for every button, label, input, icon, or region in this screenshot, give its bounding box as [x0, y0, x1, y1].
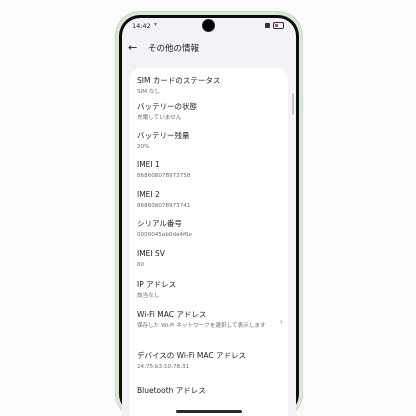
list-item-subtitle: 0000045ab0da4f6e: [137, 232, 192, 238]
phone-screen: 14:42 ▾ ← その他の情報 SIM カードのステータス SIM なし バッ…: [122, 18, 296, 416]
list-item-title: Wi-Fi MAC アドレス: [137, 310, 207, 319]
list-item-title: IMEI SV: [137, 249, 165, 258]
list-item-title: IP アドレス: [137, 280, 177, 289]
app-bar: ← その他の情報: [122, 38, 296, 60]
list-item-title: バッテリー残量: [137, 131, 190, 140]
list-item-subtitle: 24:75:b3:10:78:31: [137, 364, 190, 370]
list-item-battery-level[interactable]: バッテリー残量 20%: [137, 131, 277, 151]
list-item-subtitle: 60: [137, 262, 145, 268]
list-item-title: バッテリーの状態: [137, 102, 197, 111]
front-camera: [203, 20, 214, 31]
list-item-bluetooth-address[interactable]: Bluetooth アドレス: [137, 386, 277, 398]
list-item-title: デバイスの Wi-Fi MAC アドレス: [137, 351, 247, 360]
list-item-device-wifi-mac[interactable]: デバイスの Wi-Fi MAC アドレス 24:75:b3:10:78:31: [137, 351, 277, 371]
list-item-title: IMEI 2: [137, 190, 160, 199]
list-item-subtitle: 保存した Wi-Fi ネットワークを選択して表示します: [137, 323, 266, 329]
list-item-title: IMEI 1: [137, 160, 160, 169]
page-title: その他の情報: [148, 44, 200, 54]
list-item-battery-status[interactable]: バッテリーの状態 充電していません: [137, 102, 277, 122]
chevron-right-icon: ›: [279, 317, 283, 326]
list-item-imei-2[interactable]: IMEI 2 868608078973741: [137, 190, 277, 210]
list-item-imei-sv[interactable]: IMEI SV 60: [137, 249, 277, 269]
status-bar: 14:42 ▾: [122, 18, 296, 32]
wifi-icon: ▾: [154, 21, 158, 28]
list-item-subtitle: 868608078973758: [137, 173, 191, 179]
scrollbar[interactable]: [292, 93, 294, 115]
list-item-serial-number[interactable]: シリアル番号 0000045ab0da4f6e: [137, 219, 277, 239]
home-indicator[interactable]: [176, 410, 242, 413]
back-arrow-icon[interactable]: ←: [128, 40, 137, 56]
info-card: SIM カードのステータス SIM なし バッテリーの状態 充電していません バ…: [130, 68, 288, 416]
status-time: 14:42: [132, 22, 151, 30]
list-item-subtitle: 868608078973741: [137, 203, 191, 209]
list-item-wifi-mac[interactable]: Wi-Fi MAC アドレス 保存した Wi-Fi ネットワークを選択して表示し…: [137, 310, 283, 330]
list-item-subtitle: 充電していません: [137, 115, 182, 121]
status-icons: [265, 22, 284, 29]
list-item-subtitle: 該当なし: [137, 293, 160, 299]
list-item-title: Bluetooth アドレス: [137, 386, 206, 395]
list-item-title: シリアル番号: [137, 219, 182, 228]
product-photo: 14:42 ▾ ← その他の情報 SIM カードのステータス SIM なし バッ…: [0, 0, 416, 416]
notification-icon: [265, 23, 270, 28]
list-item-imei-1[interactable]: IMEI 1 868608078973758: [137, 160, 277, 180]
list-item-subtitle: SIM なし: [137, 89, 160, 95]
list-item-title: SIM カードのステータス: [137, 76, 221, 85]
battery-icon: [273, 22, 284, 29]
list-item-subtitle: 20%: [137, 144, 150, 150]
list-item-sim-status[interactable]: SIM カードのステータス SIM なし: [137, 76, 277, 96]
list-item-ip-address[interactable]: IP アドレス 該当なし: [137, 280, 277, 300]
